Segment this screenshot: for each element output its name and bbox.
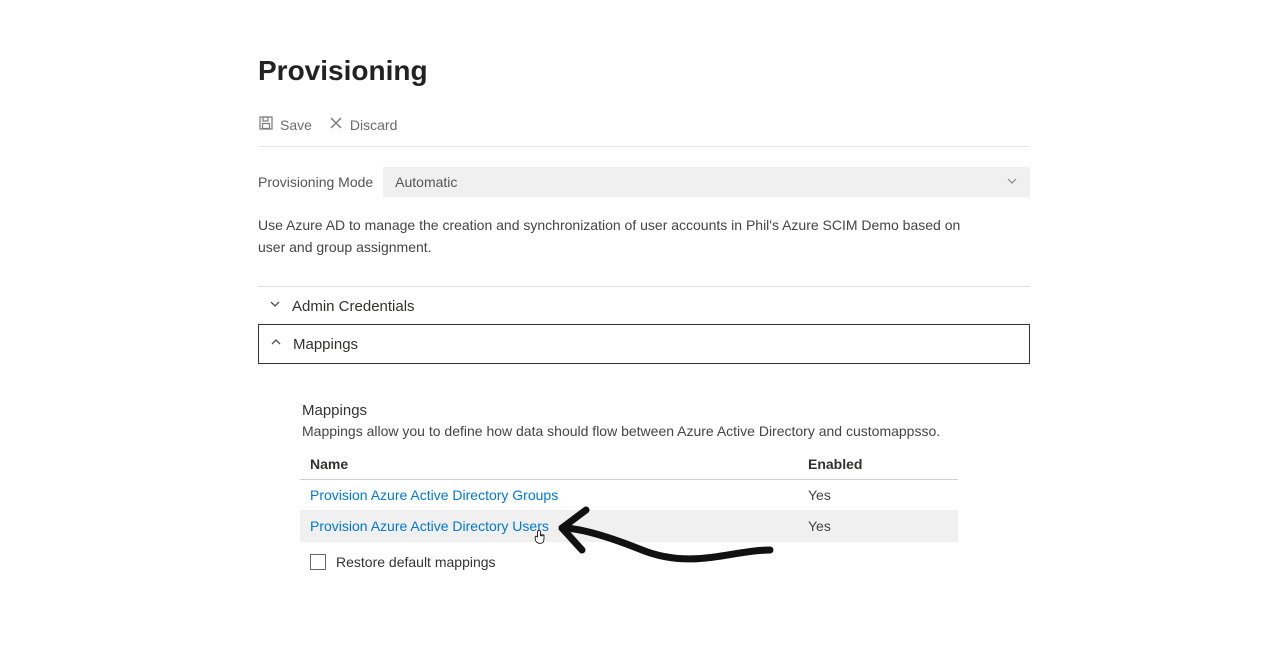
page-title: Provisioning (258, 55, 1030, 87)
column-header-enabled: Enabled (808, 456, 948, 472)
mapping-enabled-value: Yes (808, 518, 948, 534)
provisioning-mode-label: Provisioning Mode (258, 174, 373, 190)
restore-default-checkbox[interactable] (310, 554, 326, 570)
table-row[interactable]: Provision Azure Active Directory Groups … (300, 480, 958, 511)
table-row[interactable]: Provision Azure Active Directory Users Y… (300, 511, 958, 542)
mappings-table-header: Name Enabled (300, 449, 958, 480)
provisioning-mode-row: Provisioning Mode Automatic (258, 167, 1030, 197)
chevron-down-icon (268, 297, 282, 315)
save-icon (258, 115, 274, 134)
mappings-heading: Mappings (302, 402, 986, 419)
mappings-section: Mappings (258, 324, 1030, 364)
mappings-title: Mappings (293, 336, 358, 353)
mapping-link-groups[interactable]: Provision Azure Active Directory Groups (310, 487, 558, 503)
restore-default-label: Restore default mappings (336, 554, 496, 570)
cursor-pointer-icon (532, 529, 548, 545)
save-label: Save (280, 117, 312, 133)
mappings-table: Name Enabled Provision Azure Active Dire… (300, 449, 958, 542)
provisioning-mode-select[interactable]: Automatic (383, 167, 1030, 197)
admin-credentials-header[interactable]: Admin Credentials (258, 287, 1030, 325)
close-icon (328, 115, 344, 134)
restore-default-row: Restore default mappings (302, 542, 986, 582)
mappings-description: Mappings allow you to define how data sh… (302, 423, 986, 439)
discard-button[interactable]: Discard (328, 115, 397, 134)
save-button[interactable]: Save (258, 115, 312, 134)
chevron-up-icon (269, 335, 283, 353)
mappings-header[interactable]: Mappings (259, 325, 1029, 363)
admin-credentials-title: Admin Credentials (292, 298, 415, 315)
chevron-down-icon (1006, 174, 1018, 190)
mapping-link-users[interactable]: Provision Azure Active Directory Users (310, 518, 549, 534)
provisioning-mode-value: Automatic (395, 174, 457, 190)
mapping-enabled-value: Yes (808, 487, 948, 503)
admin-credentials-section: Admin Credentials (258, 286, 1030, 325)
toolbar: Save Discard (258, 115, 1030, 147)
provisioning-description: Use Azure AD to manage the creation and … (258, 215, 978, 258)
mappings-body: Mappings Mappings allow you to define ho… (258, 382, 1030, 592)
discard-label: Discard (350, 117, 397, 133)
column-header-name: Name (310, 456, 808, 472)
